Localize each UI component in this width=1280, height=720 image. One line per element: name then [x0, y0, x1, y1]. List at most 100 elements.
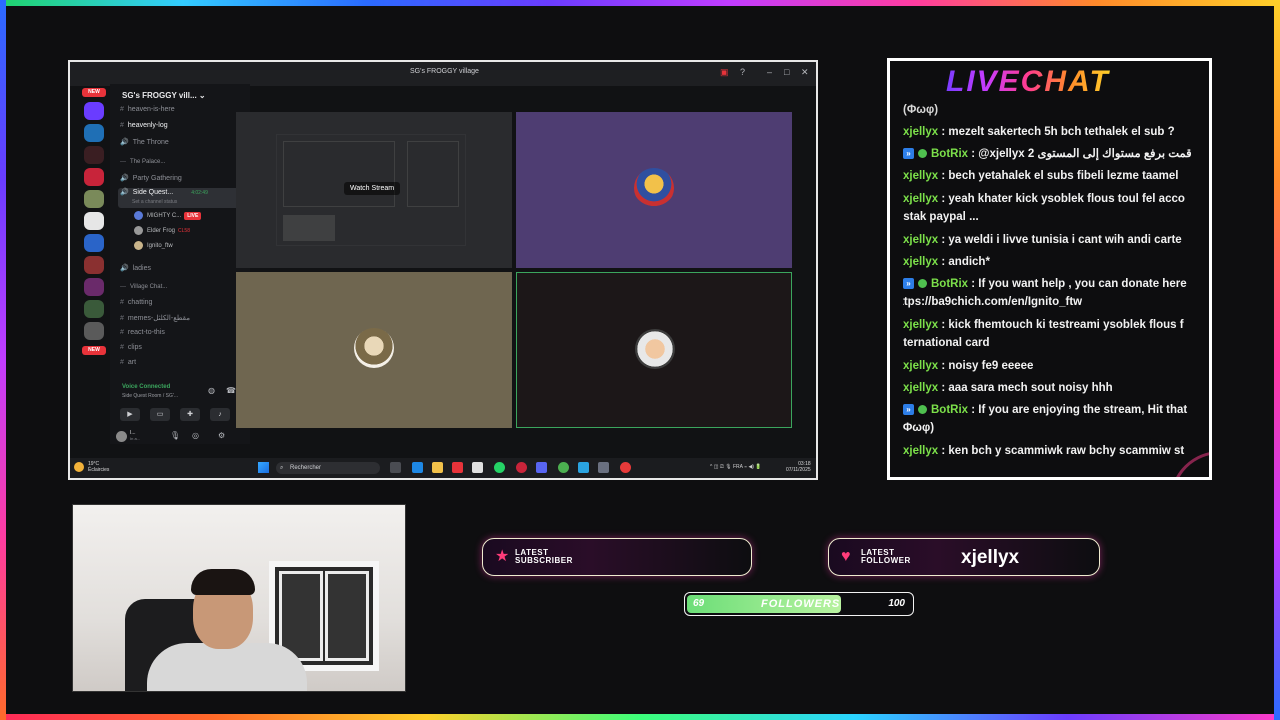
rainbow-border-top: [0, 0, 1280, 6]
voice-controls: ▶ ▭ ✚ ♪: [120, 408, 240, 422]
microphone-icon[interactable]: 🎙: [170, 431, 180, 440]
voice-user[interactable]: Ignito_ftw: [134, 241, 173, 250]
server-icon[interactable]: [84, 102, 104, 120]
voice-channel-item[interactable]: 🔊 The Throne: [120, 138, 169, 146]
verified-icon: [918, 149, 927, 159]
file-explorer-icon[interactable]: [432, 462, 443, 473]
new-badge: NEW: [82, 346, 106, 355]
user-panel: I... In a... 🎙 ◎ ⚙: [116, 430, 246, 444]
task-view-icon[interactable]: [390, 462, 401, 473]
server-icon[interactable]: [84, 190, 104, 208]
whatsapp-icon[interactable]: [494, 462, 505, 473]
channel-item[interactable]: # art: [120, 359, 136, 366]
server-list: NEW NEW: [76, 84, 106, 444]
goal-current: 69: [693, 598, 705, 609]
maximize-icon[interactable]: □: [784, 67, 789, 77]
taskbar-clock[interactable]: 03:18 07/11/2025: [786, 461, 811, 473]
user-tile[interactable]: [516, 112, 792, 268]
chat-message: xjellyx : ken bch y scammiwk raw bchy sc…: [903, 445, 1185, 457]
settings-icon[interactable]: [598, 462, 609, 473]
server-icon[interactable]: [84, 168, 104, 186]
opera-icon[interactable]: [516, 462, 527, 473]
windows-taskbar: 19°C Éclaircies ⌕ Rechercher ^ ◫ ⎚ 🎙 FRA ⌔…: [70, 458, 816, 478]
channel-item[interactable]: # heaven-is-here: [120, 106, 175, 113]
channel-item[interactable]: # chatting: [120, 299, 152, 306]
heart-icon: ♥: [841, 548, 851, 565]
channel-item[interactable]: # memes-مقطع-الكلثل: [120, 314, 190, 322]
app-icon[interactable]: [412, 462, 423, 473]
rainbow-border-bottom: [0, 714, 1280, 720]
server-icon[interactable]: [84, 212, 104, 230]
channel-category[interactable]: — Village Chat...: [120, 284, 167, 290]
stream-tile[interactable]: Watch Stream: [236, 112, 512, 268]
system-tray[interactable]: ^ ◫ ⎚ 🎙 FRA ⌔ ◀) 🔋: [710, 464, 762, 470]
close-icon[interactable]: ✕: [801, 67, 809, 78]
window-title: SG's FROGGY village: [410, 68, 479, 75]
channel-item[interactable]: # clips: [120, 344, 142, 351]
voice-channel-item[interactable]: 🔊 Side Quest... 4:02:49: [120, 188, 208, 196]
verified-icon: [918, 405, 927, 415]
chrome-icon[interactable]: [558, 462, 569, 473]
taskbar-search[interactable]: ⌕ Rechercher: [276, 462, 380, 474]
chat-message: xjellyx : mezelt sakertech 5h bch tethal…: [903, 126, 1175, 138]
goal-target: 100: [888, 598, 905, 609]
screen-share-icon[interactable]: ▣: [720, 67, 729, 78]
user-tile-speaking[interactable]: [516, 272, 792, 428]
verified-icon: [918, 279, 927, 289]
chat-message: xjellyx : kick fhemtouch ki testreami ys…: [903, 319, 1184, 349]
server-name[interactable]: SG's FROGGY vill... ⌄: [122, 91, 206, 100]
chat-message: » BotRix : If you are enjoying the stream…: [903, 404, 1188, 434]
server-icon[interactable]: [84, 124, 104, 142]
telegram-icon[interactable]: [578, 462, 589, 473]
new-badge: NEW: [82, 88, 106, 97]
app-icon[interactable]: [452, 462, 463, 473]
video-grid: Watch Stream: [236, 112, 794, 430]
server-icon[interactable]: [84, 322, 104, 340]
soundboard-button[interactable]: ♪: [210, 408, 230, 421]
obs-icon[interactable]: [620, 462, 631, 473]
voice-user[interactable]: MIGHTY C... LIVE: [134, 211, 202, 220]
screen-share-button[interactable]: ▭: [150, 408, 170, 421]
app-icon[interactable]: [472, 462, 483, 473]
windows-start-icon[interactable]: [258, 462, 269, 473]
rainbow-border-right: [1274, 0, 1280, 720]
bot-badge-icon: »: [903, 278, 914, 290]
latest-subscriber-bar: ★ LATEST SUBSCRIBER: [482, 538, 752, 576]
discord-icon[interactable]: [536, 462, 547, 473]
channel-sidebar: SG's FROGGY vill... ⌄ # heaven-is-here # h…: [110, 84, 250, 444]
channel-item[interactable]: # react-to-this: [120, 329, 165, 336]
bot-badge-icon: »: [903, 404, 914, 416]
rainbow-border-left: [0, 0, 6, 720]
disconnect-icon[interactable]: ☎: [226, 386, 236, 395]
avatar[interactable]: [116, 431, 127, 442]
server-icon[interactable]: [84, 234, 104, 252]
channel-status[interactable]: Set a channel status: [132, 199, 177, 205]
watch-stream-button[interactable]: Watch Stream: [344, 182, 401, 195]
noise-suppression-icon[interactable]: ◍: [208, 386, 215, 395]
voice-channel-item[interactable]: 🔊 Party Gathering: [120, 174, 182, 182]
minimize-icon[interactable]: –: [767, 67, 772, 77]
livechat-title: LIVECHAT: [946, 65, 1110, 98]
weather-widget[interactable]: 19°C Éclaircies: [88, 461, 109, 473]
server-icon[interactable]: [84, 256, 104, 274]
help-icon[interactable]: ?: [740, 67, 745, 77]
headphones-icon[interactable]: ◎: [192, 431, 199, 440]
server-icon[interactable]: [84, 300, 104, 318]
user-tile[interactable]: [236, 272, 512, 428]
channel-category[interactable]: — The Palace...: [120, 159, 165, 165]
gear-icon[interactable]: ⚙: [218, 431, 225, 440]
voice-user[interactable]: Elder Frog CL58: [134, 226, 190, 235]
server-icon[interactable]: [84, 146, 104, 164]
chat-message: xjellyx : yeah khater kick ysoblek flous…: [903, 193, 1185, 223]
discord-window: SG's FROGGY village ▣ ? – □ ✕ NEW NEW SG…: [68, 60, 818, 480]
voice-channel-item[interactable]: 🔊 ladies: [120, 264, 151, 272]
camera-button[interactable]: ▶: [120, 408, 140, 421]
channel-item[interactable]: # heavenly-log: [120, 122, 168, 129]
server-icon[interactable]: [84, 278, 104, 296]
star-icon: ★: [495, 548, 510, 565]
activities-button[interactable]: ✚: [180, 408, 200, 421]
latest-follower-bar: ♥ LATEST FOLLOWER xjellyx: [828, 538, 1100, 576]
voice-connected-panel: Voice Connected Side Quest Room / SG'...…: [116, 384, 246, 408]
self-status: In a...: [130, 436, 141, 441]
weather-icon[interactable]: [74, 462, 84, 472]
